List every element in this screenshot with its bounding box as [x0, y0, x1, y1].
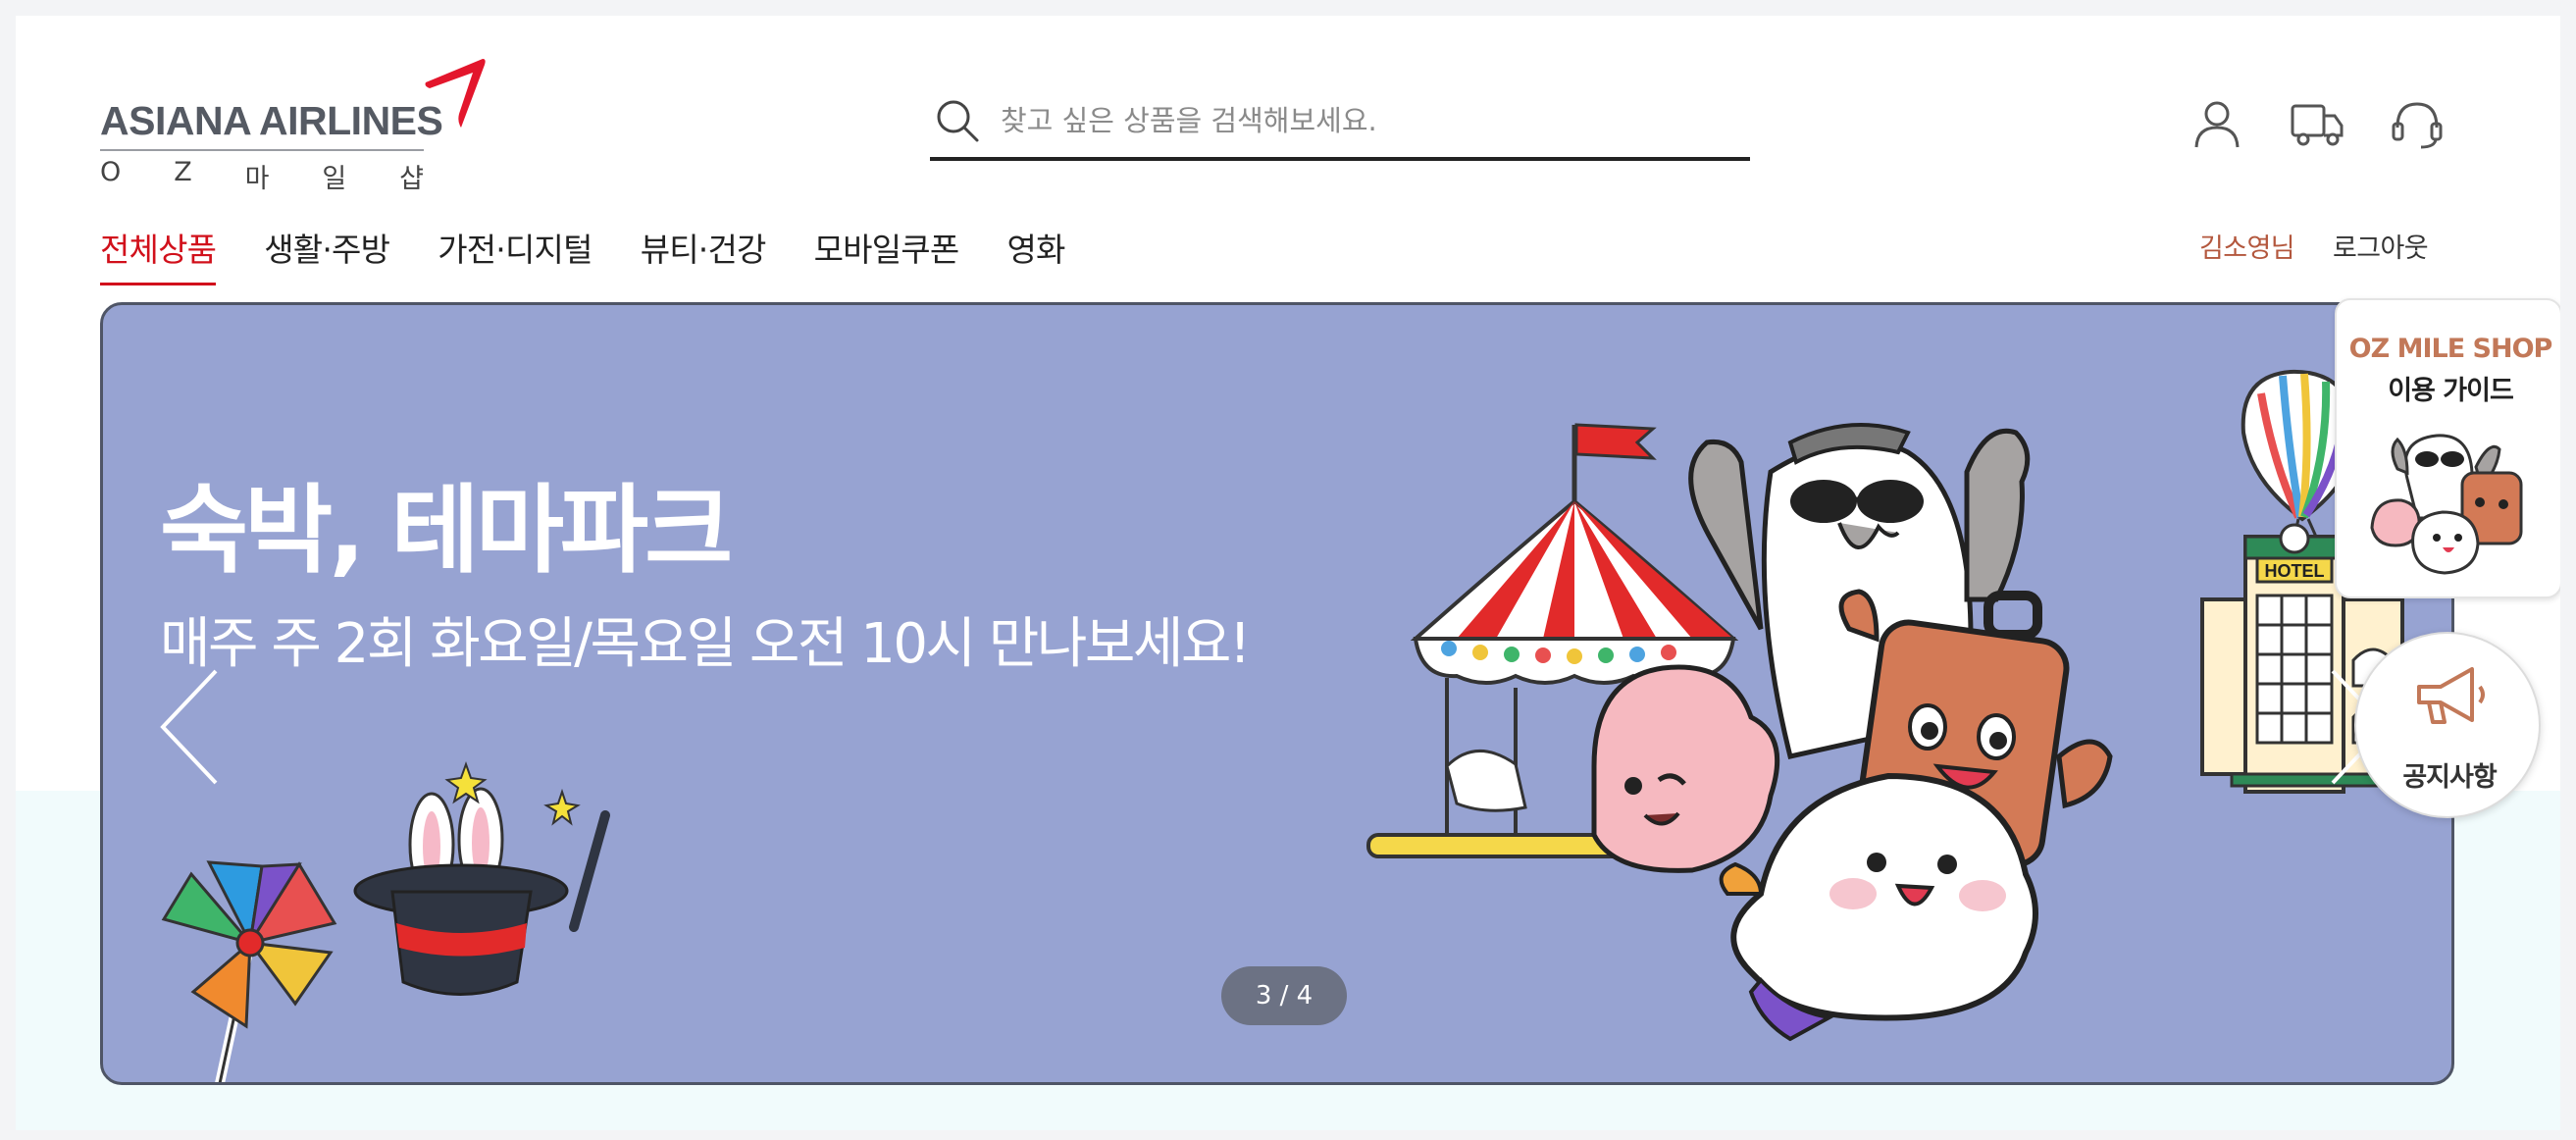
- logo-sub-letter: 마: [244, 164, 270, 194]
- banner-subtitle: 매주 주 2회 화요일/목요일 오전 10시 만나보세요!: [160, 612, 1251, 676]
- delivery-button[interactable]: [2288, 94, 2346, 153]
- customer-center-button[interactable]: [2388, 94, 2447, 153]
- asiana-wing-mark-icon: [425, 59, 486, 128]
- banner-prev-button[interactable]: [155, 663, 233, 791]
- page: ASIANA AIRLINES O Z 마 일 샵 찾고 싶은 상품을 검색해보…: [16, 16, 2560, 1130]
- logo-brand-text: ASIANA AIRLINES: [100, 98, 443, 143]
- svg-text:HOTEL: HOTEL: [2265, 561, 2325, 581]
- guide-characters-icon: [2370, 434, 2523, 575]
- guide-card-title: OZ MILE SHOP: [2348, 334, 2553, 364]
- notice-button[interactable]: 공지사항: [2354, 632, 2541, 818]
- category-nav: 전체상품 생활·주방 가전·디지털 뷰티·건강 모바일쿠폰 영화: [100, 224, 1065, 285]
- magic-hat-icon: [353, 761, 610, 996]
- logo-sub-letter: 일: [322, 164, 347, 194]
- search-input[interactable]: [1001, 104, 1707, 137]
- delivery-truck-icon: [2291, 104, 2344, 146]
- nav-item-appliances-digital[interactable]: 가전·디지털: [438, 224, 592, 285]
- logo-subtitle: O Z 마 일 샵: [100, 157, 424, 195]
- ghost-character-icon: [1719, 772, 2038, 1042]
- logo-sub-letter: O: [100, 157, 122, 187]
- nav-item-mobile-coupon[interactable]: 모바일쿠폰: [814, 224, 960, 285]
- logo-divider: [100, 149, 424, 151]
- search-bar: [930, 84, 1750, 161]
- pink-rabbit-character-icon: [1591, 664, 1780, 873]
- user-icon: [2194, 101, 2240, 148]
- asiana-oz-mile-shop-logo[interactable]: ASIANA AIRLINES O Z 마 일 샵: [100, 57, 492, 194]
- headset-icon: [2392, 102, 2443, 149]
- banner-title: 숙박, 테마파크: [160, 475, 733, 587]
- chevron-left-icon: [160, 669, 218, 785]
- my-page-button[interactable]: [2188, 94, 2246, 153]
- banner-slide-counter: 3 / 4: [1221, 966, 1347, 1025]
- nav-item-movie[interactable]: 영화: [1006, 224, 1065, 285]
- megaphone-icon: [2417, 667, 2485, 724]
- nav-item-beauty-health[interactable]: 뷰티·건강: [641, 224, 767, 285]
- logo-sub-letter: 샵: [399, 164, 424, 194]
- nav-item-living-kitchen[interactable]: 생활·주방: [264, 224, 390, 285]
- main-banner[interactable]: HOTEL 숙박, 테마파크 매주 주 2회 화요일/목요일 오전 10시 만나…: [100, 302, 2454, 1085]
- guide-card-subtitle: 이용 가이드: [2388, 376, 2514, 406]
- nav-item-all-products[interactable]: 전체상품: [100, 224, 217, 285]
- logo-sub-letter: Z: [174, 157, 192, 187]
- user-name[interactable]: 김소영님: [2199, 227, 2295, 265]
- logout-link[interactable]: 로그아웃: [2333, 227, 2429, 265]
- notice-label: 공지사항: [2402, 762, 2497, 793]
- search-icon[interactable]: [934, 97, 981, 144]
- usage-guide-card[interactable]: OZ MILE SHOP 이용 가이드: [2335, 298, 2560, 598]
- pinwheel-icon: [161, 860, 337, 1082]
